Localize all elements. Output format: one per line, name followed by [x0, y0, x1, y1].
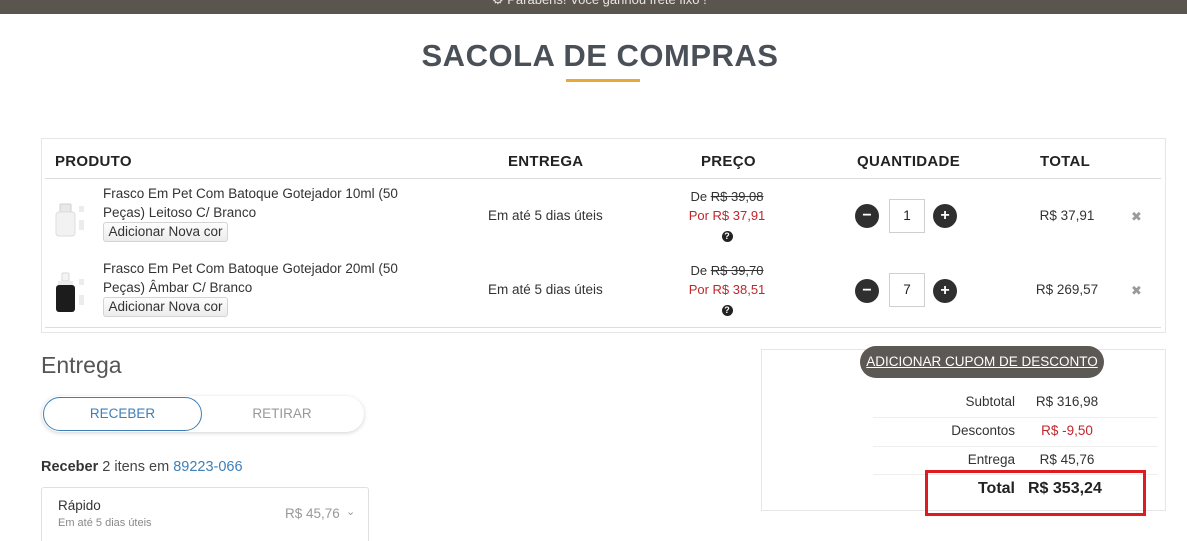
- table-bottom-divider: [45, 327, 1161, 328]
- shipping-option-estimate: Em até 5 dias úteis: [58, 517, 152, 529]
- shipping-option-name: Rápido: [58, 498, 101, 513]
- cep-link[interactable]: 89223-066: [173, 459, 242, 475]
- promo-banner: ⚙ Parabéns! Você ganhou frete fixo !: [0, 0, 1187, 14]
- header-total: TOTAL: [1040, 153, 1091, 170]
- header-divider: [45, 178, 1161, 179]
- chevron-down-icon: ⌄: [346, 506, 356, 518]
- price-old-label: De: [690, 263, 708, 278]
- shipping-option-select[interactable]: Rápido Em até 5 dias úteis R$ 45,76 ⌄: [41, 487, 369, 541]
- title-underline: [566, 79, 640, 82]
- tab-receive[interactable]: RECEBER: [43, 397, 202, 431]
- row-total: R$ 37,91: [1039, 208, 1095, 223]
- add-color-button[interactable]: Adicionar Nova cor: [103, 222, 228, 242]
- help-icon[interactable]: ?: [721, 305, 733, 316]
- delivery-mode-toggle: RECEBER RETIRAR: [42, 396, 364, 432]
- increase-quantity-button[interactable]: +: [933, 279, 957, 303]
- subtotal-label: Subtotal: [965, 394, 1015, 409]
- cart-table: PRODUTO ENTREGA PREÇO QUANTIDADE TOTAL F…: [41, 138, 1166, 333]
- summary-divider: [873, 446, 1158, 447]
- price-new: Por R$ 37,91: [688, 208, 766, 223]
- remove-item-icon[interactable]: ✖: [1131, 283, 1142, 299]
- remove-item-icon[interactable]: ✖: [1131, 209, 1142, 225]
- tab-pickup[interactable]: RETIRAR: [207, 397, 357, 431]
- add-color-button[interactable]: Adicionar Nova cor: [103, 297, 228, 317]
- header-quantity: QUANTIDADE: [857, 153, 960, 170]
- receive-label: Receber: [41, 459, 99, 475]
- price-old: R$ 39,70: [710, 263, 764, 278]
- quantity-input[interactable]: 1: [889, 199, 925, 233]
- add-coupon-button[interactable]: ADICIONAR CUPOM DE DESCONTO: [860, 346, 1104, 378]
- header-price: PREÇO: [701, 153, 756, 170]
- price-block: De R$ 39,08 Por R$ 37,91 ?: [652, 187, 802, 244]
- total-label: Total: [977, 480, 1015, 497]
- page-title: SACOLA DE COMPRAS: [421, 38, 779, 73]
- delivery-estimate: Em até 5 dias úteis: [488, 208, 603, 223]
- subtotal-value: R$ 316,98: [1035, 394, 1099, 409]
- header-product: PRODUTO: [55, 153, 132, 170]
- discounts-value: R$ -9,50: [1041, 423, 1093, 438]
- cart-table-header: PRODUTO ENTREGA PREÇO QUANTIDADE TOTAL: [42, 139, 1167, 179]
- delivery-section-title: Entrega: [41, 352, 122, 378]
- summary-divider: [873, 417, 1158, 418]
- shipping-option-price: R$ 45,76: [285, 506, 340, 521]
- shipping-value: R$ 45,76: [1039, 452, 1095, 467]
- receive-summary: Receber 2 itens em 89223-066: [41, 459, 243, 475]
- receive-items-text: 2 itens em: [102, 459, 170, 475]
- header-delivery: ENTREGA: [508, 153, 584, 170]
- product-name[interactable]: Frasco Em Pet Com Batoque Gotejador 10ml…: [103, 184, 413, 222]
- quantity-input[interactable]: 7: [889, 273, 925, 307]
- price-block: De R$ 39,70 Por R$ 38,51 ?: [652, 261, 802, 318]
- discounts-label: Descontos: [951, 423, 1015, 438]
- row-total: R$ 269,57: [1035, 282, 1099, 297]
- decrease-quantity-button[interactable]: −: [855, 204, 879, 228]
- promo-banner-text: ⚙ Parabéns! Você ganhou frete fixo !: [492, 0, 707, 8]
- price-old-label: De: [690, 189, 708, 204]
- product-thumbnail[interactable]: [50, 194, 90, 238]
- price-old: R$ 39,08: [710, 189, 764, 204]
- total-value: R$ 353,24: [1028, 480, 1102, 497]
- product-thumbnail[interactable]: [50, 269, 90, 313]
- decrease-quantity-button[interactable]: −: [855, 279, 879, 303]
- delivery-estimate: Em até 5 dias úteis: [488, 282, 603, 297]
- increase-quantity-button[interactable]: +: [933, 204, 957, 228]
- cart-row: Frasco Em Pet Com Batoque Gotejador 10ml…: [42, 184, 1167, 254]
- help-icon[interactable]: ?: [721, 231, 733, 242]
- cart-row: Frasco Em Pet Com Batoque Gotejador 20ml…: [42, 259, 1167, 329]
- shipping-label: Entrega: [967, 452, 1015, 467]
- product-name[interactable]: Frasco Em Pet Com Batoque Gotejador 20ml…: [103, 259, 413, 297]
- price-new: Por R$ 38,51: [688, 282, 766, 297]
